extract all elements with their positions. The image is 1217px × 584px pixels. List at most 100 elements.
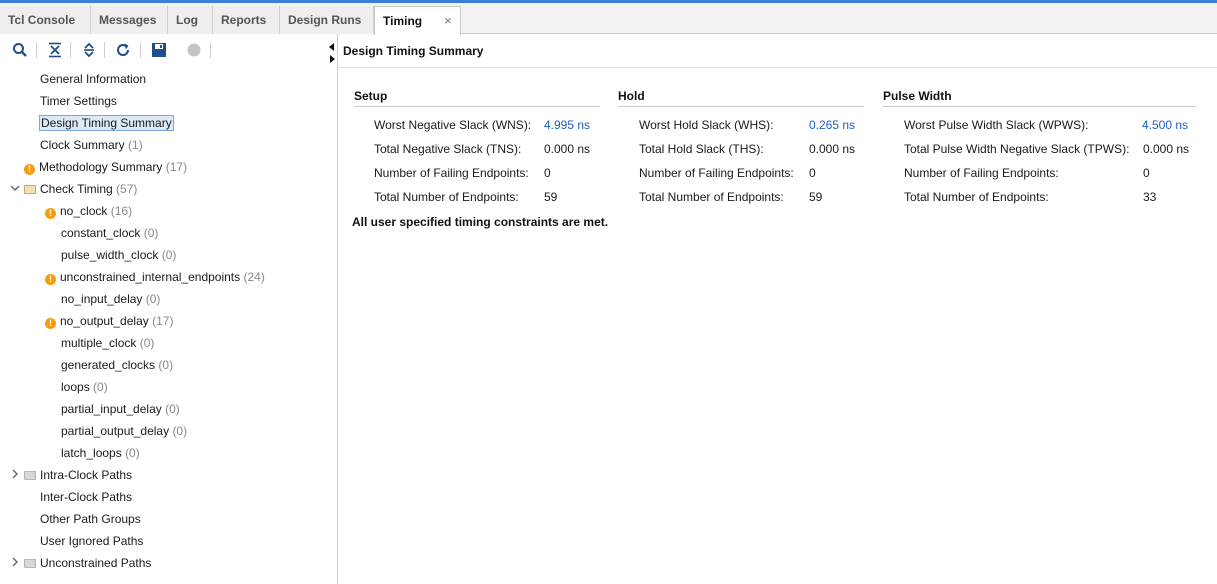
hold-failing-label: Number of Failing Endpoints:	[639, 166, 794, 180]
hold-whs-link[interactable]: 0.265 ns	[809, 118, 855, 132]
tab-bar: Tcl Console Messages Log Reports Design …	[0, 3, 1217, 35]
setup-failing-label: Number of Failing Endpoints:	[374, 166, 529, 180]
tree-item-label: User Ignored Paths	[40, 534, 144, 548]
tree-item-label: latch_loops	[61, 446, 122, 460]
panel-collapse-toggle[interactable]	[328, 42, 336, 67]
tree-item-partial-output-delay[interactable]: partial_output_delay (0)	[61, 421, 187, 441]
tree-item-pulse-width-clock[interactable]: pulse_width_clock (0)	[61, 245, 176, 265]
section-heading: Hold	[618, 89, 864, 107]
tab-label: Reports	[221, 13, 267, 27]
tree-item-no-clock[interactable]: ! no_clock (16)	[45, 201, 132, 221]
tree-item-design-timing-summary[interactable]: Design Timing Summary	[39, 113, 174, 133]
tree-item-label: partial_output_delay	[61, 424, 170, 438]
tree-item-loops[interactable]: loops (0)	[61, 377, 108, 397]
tree-item-label: no_output_delay	[60, 314, 149, 328]
pulse-endpoints-value: 33	[1143, 190, 1157, 204]
tree-item-user-ignored-paths[interactable]: User Ignored Paths	[40, 531, 143, 551]
section-heading: Setup	[354, 89, 600, 107]
tab-tcl-console[interactable]: Tcl Console	[0, 6, 91, 34]
pulse-endpoints-label: Total Number of Endpoints:	[904, 190, 1049, 204]
tree-item-partial-input-delay[interactable]: partial_input_delay (0)	[61, 399, 180, 419]
pulse-wpws-label: Worst Pulse Width Slack (WPWS):	[904, 118, 1089, 132]
tree-item-count: (17)	[165, 160, 188, 174]
tree-item-no-output-delay[interactable]: ! no_output_delay (17)	[45, 311, 173, 331]
tree-item-count: (0)	[161, 248, 177, 262]
folder-icon	[24, 559, 36, 568]
tree-item-no-input-delay[interactable]: no_input_delay (0)	[61, 289, 160, 309]
toolbar-separator	[140, 42, 141, 58]
tree-item-other-path-groups[interactable]: Other Path Groups	[40, 509, 141, 529]
tab-timing[interactable]: Timing ×	[374, 6, 461, 35]
chevron-right-icon[interactable]	[10, 557, 20, 570]
chevron-right-icon[interactable]	[10, 469, 20, 482]
toolbar-separator	[104, 42, 105, 58]
warning-icon: !	[45, 274, 56, 285]
collapse-all-icon[interactable]	[46, 41, 64, 59]
pulse-tpws-value: 0.000 ns	[1143, 142, 1190, 156]
tab-design-runs[interactable]: Design Runs	[280, 6, 374, 34]
toolbar-separator	[210, 42, 211, 58]
pulse-failing-label: Number of Failing Endpoints:	[904, 166, 1059, 180]
toolbar-separator	[70, 42, 71, 58]
tree-item-generated-clocks[interactable]: generated_clocks (0)	[61, 355, 173, 375]
setup-endpoints-label: Total Number of Endpoints:	[374, 190, 519, 204]
tree-item-unconstrained-internal-endpoints[interactable]: ! unconstrained_internal_endpoints (24)	[45, 267, 265, 287]
refresh-icon[interactable]	[114, 41, 132, 59]
tree-item-label: Clock Summary	[40, 138, 125, 152]
tree-item-multiple-clock[interactable]: multiple_clock (0)	[61, 333, 154, 353]
tree-item-label: generated_clocks	[61, 358, 156, 372]
pulse-wpws-link[interactable]: 4.500 ns	[1142, 118, 1188, 132]
tree-item-label: partial_input_delay	[61, 402, 162, 416]
tab-reports[interactable]: Reports	[213, 6, 280, 34]
tab-label: Design Runs	[288, 13, 362, 27]
tab-label: Messages	[99, 13, 157, 27]
stop-icon[interactable]	[185, 41, 203, 59]
tree-item-inter-clock-paths[interactable]: Inter-Clock Paths	[40, 487, 132, 507]
tree-item-check-timing[interactable]: Check Timing (57)	[24, 179, 137, 199]
setup-wns-link[interactable]: 4.995 ns	[544, 118, 590, 132]
tree-item-count: (0)	[165, 402, 180, 416]
save-icon[interactable]	[150, 41, 168, 59]
setup-tns-value: 0.000 ns	[544, 142, 591, 156]
tree-item-constant-clock[interactable]: constant_clock (0)	[61, 223, 158, 243]
setup-endpoints-value: 59	[544, 190, 558, 204]
setup-failing-value: 0	[544, 166, 551, 180]
tab-log[interactable]: Log	[168, 6, 213, 34]
constraints-met-message: All user specified timing constraints ar…	[352, 215, 609, 229]
chevron-down-icon[interactable]	[10, 183, 20, 195]
tree-item-label: Timer Settings	[40, 94, 117, 108]
tree-item-label: Intra-Clock Paths	[40, 468, 133, 482]
tree-item-timer-settings[interactable]: Timer Settings	[40, 91, 117, 111]
warning-icon: !	[24, 164, 35, 175]
tree-item-clock-summary[interactable]: Clock Summary (1)	[40, 135, 143, 155]
tree-item-label: Design Timing Summary	[39, 115, 174, 131]
design-timing-summary-panel: Design Timing Summary Setup Worst Negati…	[338, 34, 1217, 584]
setup-wns-label: Worst Negative Slack (WNS):	[374, 118, 532, 132]
tree-item-label: Methodology Summary	[39, 160, 163, 174]
tree-item-general-information[interactable]: General Information	[40, 69, 146, 89]
hold-endpoints-value: 59	[809, 190, 823, 204]
tree-item-label: Check Timing	[40, 182, 113, 196]
tree-item-unconstrained-paths[interactable]: Unconstrained Paths	[24, 553, 151, 573]
tab-label: Log	[176, 13, 198, 27]
pulse-tpws-label: Total Pulse Width Negative Slack (TPWS):	[904, 142, 1130, 156]
section-heading: Pulse Width	[883, 89, 1196, 107]
hold-section: Hold	[618, 89, 864, 107]
tree-item-count: (17)	[152, 314, 174, 328]
tab-messages[interactable]: Messages	[91, 6, 168, 34]
timing-tree-panel: General Information Timer Settings Desig…	[0, 34, 338, 584]
close-icon[interactable]: ×	[444, 13, 452, 28]
tree-item-intra-clock-paths[interactable]: Intra-Clock Paths	[24, 465, 132, 485]
tree-item-label: pulse_width_clock	[61, 248, 159, 262]
tree-item-count: (1)	[128, 138, 143, 152]
search-icon[interactable]	[11, 41, 29, 59]
tree-item-methodology-summary[interactable]: ! Methodology Summary (17)	[24, 157, 187, 177]
panel-title: Design Timing Summary	[343, 44, 484, 58]
tree-item-label: loops	[61, 380, 90, 394]
tree-item-label: no_input_delay	[61, 292, 143, 306]
tree-item-count: (24)	[243, 270, 265, 284]
expand-all-icon[interactable]	[80, 41, 98, 59]
hold-ths-value: 0.000 ns	[809, 142, 856, 156]
tree-item-latch-loops[interactable]: latch_loops (0)	[61, 443, 140, 463]
toolbar-separator	[36, 42, 37, 58]
